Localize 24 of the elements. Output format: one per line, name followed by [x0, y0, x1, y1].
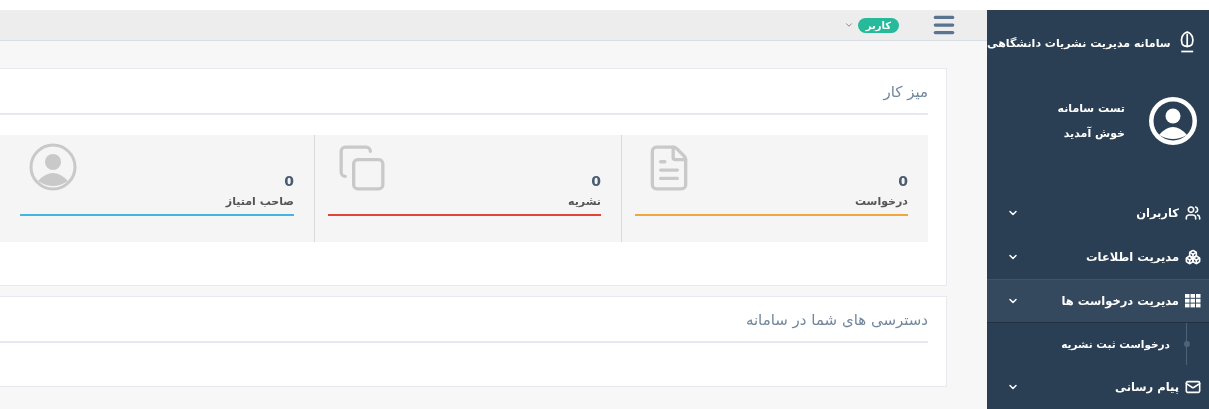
card-title: دسترسی های شما در سامانه: [0, 297, 928, 343]
card-title: میز کار: [0, 69, 928, 115]
stat-label: درخواست: [854, 195, 908, 208]
stat-label: نشریه: [568, 195, 601, 208]
boxes-icon: [1185, 249, 1201, 265]
sidebar-menu-item[interactable]: کاربران: [987, 191, 1209, 235]
stat-count: 0: [898, 173, 908, 189]
welcome-text: خوش آمدید: [1062, 126, 1125, 140]
sidebar-submenu-item[interactable]: درخواست ثبت نشریه: [1061, 338, 1170, 350]
copy-icon: [337, 143, 387, 193]
sidebar-menu-item[interactable]: پیام رسانی: [987, 365, 1209, 409]
app-title: سامانه مدیریت نشریات دانشگاهی: [987, 36, 1171, 50]
chevron-down-icon[interactable]: [843, 20, 854, 30]
sidebar-menu-item[interactable]: مدیریت اطلاعات: [987, 235, 1209, 279]
stat-count: 0: [284, 173, 294, 189]
grid-icon: [1185, 294, 1201, 308]
users-icon: [1185, 205, 1201, 221]
stat-label: صاحب امتیاز: [225, 195, 294, 208]
user-name: تست سامانه: [1057, 101, 1125, 115]
stat-count: 0: [591, 173, 601, 189]
user-avatar-icon: [29, 143, 77, 191]
avatar-icon: [1147, 94, 1199, 147]
mail-icon: [1185, 379, 1201, 395]
sidebar-menu-item[interactable]: مدیریت درخواست ها: [987, 279, 1209, 323]
